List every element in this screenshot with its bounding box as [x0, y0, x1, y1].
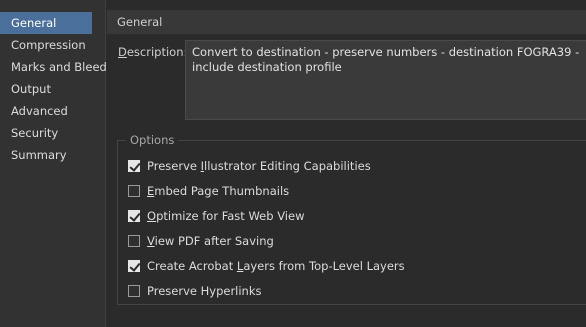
checkbox-checked-icon[interactable]: [128, 260, 140, 272]
main-panel: General Description: Convert to destinat…: [107, 0, 586, 327]
sidebar-item-general[interactable]: General: [0, 12, 92, 34]
sidebar-item-marks-and-bleeds[interactable]: Marks and Bleeds: [0, 56, 113, 78]
checkbox-unchecked-icon[interactable]: [128, 285, 140, 297]
sidebar: General Compression Marks and Bleeds Out…: [0, 0, 113, 327]
option-label: Create Acrobat Layers from Top-Level Lay…: [147, 259, 405, 273]
checkbox-checked-icon[interactable]: [128, 210, 140, 222]
option-label: Preserve Illustrator Editing Capabilitie…: [147, 159, 371, 173]
sidebar-item-output[interactable]: Output: [0, 78, 105, 100]
preserve-hyperlinks-checkbox[interactable]: Preserve Hyperlinks: [128, 283, 262, 299]
description-label: Description:: [118, 45, 187, 59]
option-label: Optimize for Fast Web View: [147, 209, 305, 223]
sidebar-item-security[interactable]: Security: [0, 122, 105, 144]
preserve-illustrator-editing-checkbox[interactable]: Preserve Illustrator Editing Capabilitie…: [128, 158, 371, 174]
view-pdf-after-saving-checkbox[interactable]: View PDF after Saving: [128, 233, 274, 249]
checkbox-unchecked-icon[interactable]: [128, 235, 140, 247]
section-title: General: [107, 10, 586, 34]
optimize-fast-web-view-checkbox[interactable]: Optimize for Fast Web View: [128, 208, 304, 224]
options-group: Options Preserve Illustrator Editing Cap…: [117, 133, 586, 305]
description-label-text: escription:: [126, 45, 188, 59]
option-label: Preserve Hyperlinks: [147, 284, 262, 298]
sidebar-item-compression[interactable]: Compression: [0, 34, 105, 56]
description-label-mnemonic: D: [118, 45, 127, 59]
option-label: View PDF after Saving: [147, 234, 274, 248]
option-label: Embed Page Thumbnails: [147, 184, 290, 198]
description-field[interactable]: Convert to destination - preserve number…: [185, 40, 586, 120]
embed-page-thumbnails-checkbox[interactable]: Embed Page Thumbnails: [128, 183, 289, 199]
checkbox-unchecked-icon[interactable]: [128, 185, 140, 197]
pdf-options-dialog: General Compression Marks and Bleeds Out…: [0, 0, 586, 327]
sidebar-item-advanced[interactable]: Advanced: [0, 100, 105, 122]
create-acrobat-layers-checkbox[interactable]: Create Acrobat Layers from Top-Level Lay…: [128, 258, 405, 274]
options-group-title: Options: [126, 133, 179, 147]
checkbox-checked-icon[interactable]: [128, 160, 140, 172]
sidebar-item-summary[interactable]: Summary: [0, 144, 105, 166]
